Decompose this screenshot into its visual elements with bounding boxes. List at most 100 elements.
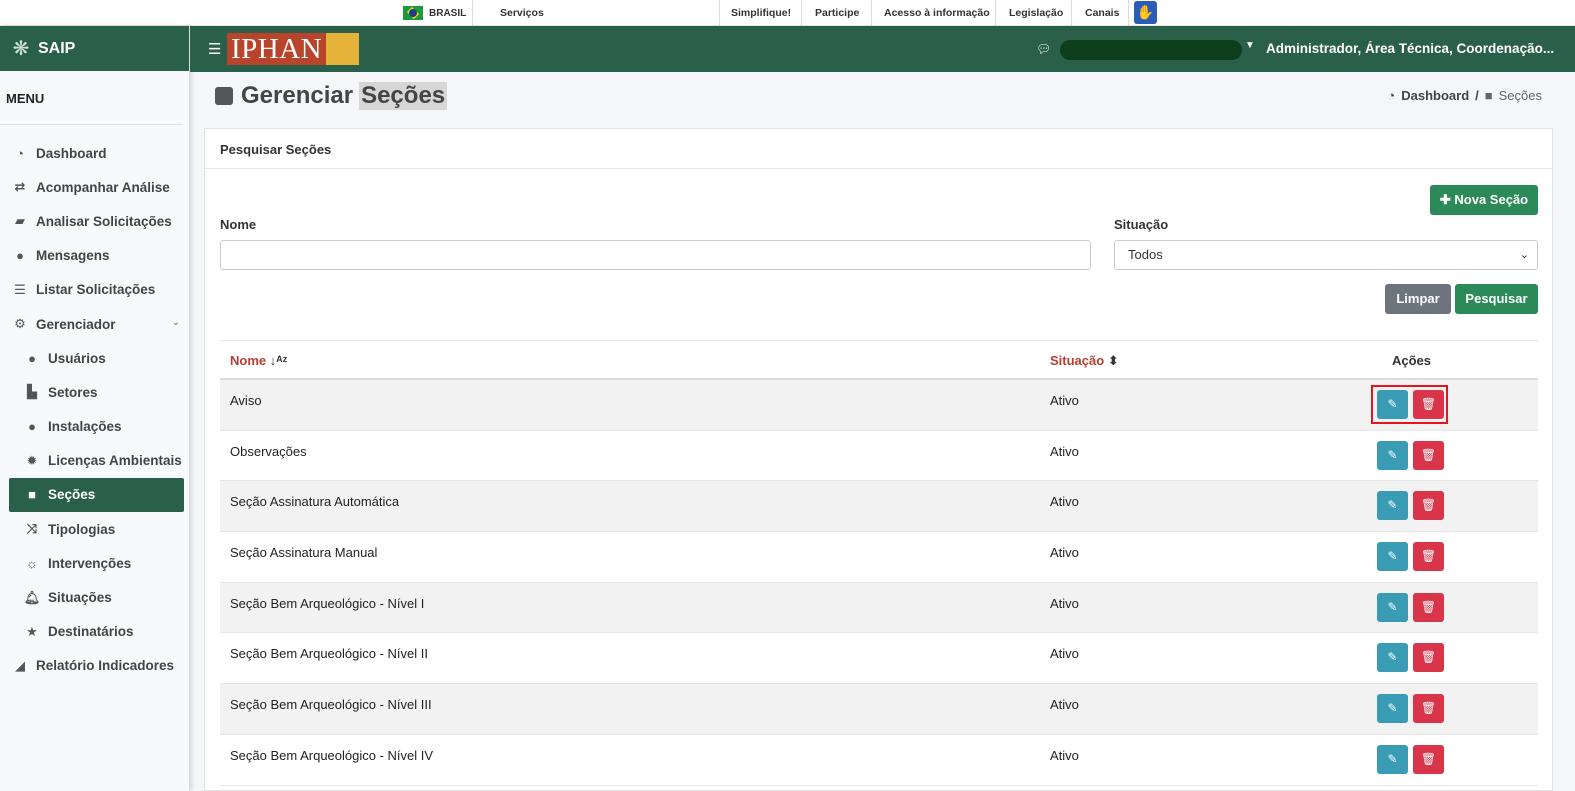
edit-icon: ✎ [1387,650,1398,665]
status-select[interactable]: Todos ⌄ [1114,240,1538,270]
sidebar-item-label: Instalações [48,419,122,435]
breadcrumb-separator: / [1475,88,1479,103]
sidebar-item-licencas-ambientais[interactable]: ✹ Licenças Ambientais [0,444,190,478]
delete-button[interactable]: 🗑︎ [1413,390,1444,419]
divider [472,0,473,26]
edit-button[interactable]: ✎ [1377,390,1408,419]
edit-button[interactable]: ✎ [1377,694,1408,724]
delete-button[interactable]: 🗑︎ [1413,491,1444,521]
divider [995,0,996,26]
cell-nome: Observações [230,443,307,459]
cell-situacao: Ativo [1050,646,1079,662]
brand[interactable]: ❋ SAIP [0,26,189,71]
table-row: Seção Bem Arqueológico - Nível IV Ativo … [220,735,1538,786]
govbar-link-participe[interactable]: Participe [815,7,859,19]
page-title-highlight: Seções [359,82,448,110]
new-section-label: Nova Seção [1454,192,1529,207]
govbar-link-canais[interactable]: Canais [1085,7,1119,19]
column-header-nome-label: Nome [230,353,267,368]
govbar-link-servicos[interactable]: Serviços [500,7,544,19]
cell-nome: Seção Bem Arqueológico - Nível III [230,697,432,713]
sidebar-item-label: Acompanhar Análise [36,179,170,195]
edit-icon: ✎ [1387,599,1398,614]
edit-button[interactable]: ✎ [1377,643,1408,673]
trash-icon: 🗑︎ [1420,549,1437,564]
brasil-label: BRASIL [429,7,467,19]
chat-icon[interactable]: 💬︎ [1036,42,1051,56]
sidebar-item-mensagens[interactable]: ● Mensagens [0,239,190,273]
cogs-icon: ⚙ [14,316,26,332]
sidebar-item-destinatarios[interactable]: ★ Destinatários [0,615,190,649]
name-input[interactable] [220,240,1091,270]
delete-button[interactable]: 🗑︎ [1413,744,1444,774]
divider [1128,0,1129,26]
search-button[interactable]: Pesquisar [1455,284,1538,314]
govbar-link-legislacao[interactable]: Legislação [1009,7,1063,19]
sidebar-item-setores[interactable]: ▙ Setores [0,375,190,409]
user-profile-label[interactable]: Administrador, Área Técnica, Coordenação… [1266,41,1558,56]
cell-situacao: Ativo [1050,697,1079,713]
brasil-link[interactable]: BRASIL [403,6,466,20]
sort-alpha-down-icon: ↓ᴬᶻ [269,353,288,368]
comments-icon: ● [16,248,24,264]
brand-name: SAIP [38,39,76,57]
sidebar-item-label: Licenças Ambientais [48,453,182,469]
sidebar: ❋ SAIP MENU ◔ Dashboard ⇄ Acompanhar Análi… [0,26,190,791]
status-label: Situação [1114,217,1169,232]
delete-button[interactable]: 🗑︎ [1413,592,1444,622]
edit-button[interactable]: ✎ [1377,491,1408,521]
trash-icon: 🗑︎ [1420,397,1437,411]
column-header-situacao[interactable]: Situação ⬍ [1050,353,1119,369]
sidebar-item-tipologias[interactable]: ⤨ Tipologias [0,512,190,546]
sidebar-item-dashboard[interactable]: ◔ Dashboard [0,136,190,170]
leaf-logo-icon: ❋ [12,37,30,60]
govbar-link-acesso-informacao[interactable]: Acesso à informação [884,7,990,19]
new-section-button[interactable]: ✚ Nova Seção [1430,185,1538,215]
search-card: Pesquisar Seções ✚ Nova Seção Nome Situa… [204,128,1553,791]
sidebar-item-acompanhar-analise[interactable]: ⇄ Acompanhar Análise [0,170,190,204]
caret-down-icon[interactable]: ▼ [1245,40,1255,51]
bell-icon: 🔔︎ [23,589,41,605]
trash-icon: 🗑︎ [1420,701,1437,716]
sidebar-item-gerenciador[interactable]: ⚙ Gerenciador ⌄ [0,307,190,341]
delete-button[interactable]: 🗑︎ [1413,694,1444,724]
clear-button[interactable]: Limpar [1385,284,1451,314]
edit-button[interactable]: ✎ [1377,440,1408,470]
cell-situacao: Ativo [1050,443,1079,459]
certificate-icon: ✹ [26,452,38,468]
sidebar-item-intervencoes[interactable]: ☼ Intervenções [0,546,190,580]
card-title: Pesquisar Seções [205,129,1552,169]
hamburger-menu-icon[interactable]: ☰ [208,40,221,58]
divider [719,0,720,26]
sidebar-item-instalacoes[interactable]: ● Instalações [0,410,190,444]
sidebar-item-label: Relatório Indicadores [36,658,175,674]
cell-situacao: Ativo [1050,545,1079,561]
breadcrumb-dashboard-link[interactable]: Dashboard [1401,88,1469,103]
square-icon: ■ [1484,88,1493,103]
top-navbar: ☰ IPHAN 💬︎ ▼ Administrador, Área Técnica… [190,26,1575,72]
edit-button[interactable]: ✎ [1377,542,1408,572]
sidebar-item-usuarios[interactable]: ● Usuários [0,341,190,375]
table-header: Nome ↓ᴬᶻ Situação ⬍ Ações [220,340,1538,380]
delete-button[interactable]: 🗑︎ [1413,643,1444,673]
iphan-logo[interactable]: IPHAN [227,33,360,65]
sidebar-item-listar-solicitacoes[interactable]: ☰ Listar Solicitações [0,273,190,307]
random-icon: ⤨ [26,521,38,537]
sidebar-item-relatorio-indicadores[interactable]: ◢ Relatório Indicadores [0,649,190,683]
edit-icon: ✎ [1387,701,1398,716]
sidebar-item-situacoes[interactable]: 🔔︎ Situações [0,580,190,614]
sidebar-item-analisar-solicitacoes[interactable]: ▰ Analisar Solicitações [0,204,190,238]
page-title: Gerenciar Seções [215,82,448,110]
sidebar-item-secoes[interactable]: ■ Seções [9,477,184,513]
menu-title: MENU [0,71,183,125]
edit-button[interactable]: ✎ [1377,744,1408,774]
accessibility-hands-icon[interactable]: ✋ [1134,1,1157,24]
delete-button[interactable]: 🗑︎ [1413,440,1444,470]
cell-nome: Seção Bem Arqueológico - Nível I [230,595,425,611]
edit-button[interactable]: ✎ [1377,592,1408,622]
column-header-nome[interactable]: Nome ↓ᴬᶻ [230,353,287,368]
govbar-link-simplifique[interactable]: Simplifique! [731,7,791,19]
dashboard-icon: ◔ [1387,88,1396,103]
sidebar-item-label: Gerenciador [36,316,116,332]
delete-button[interactable]: 🗑︎ [1413,542,1444,572]
